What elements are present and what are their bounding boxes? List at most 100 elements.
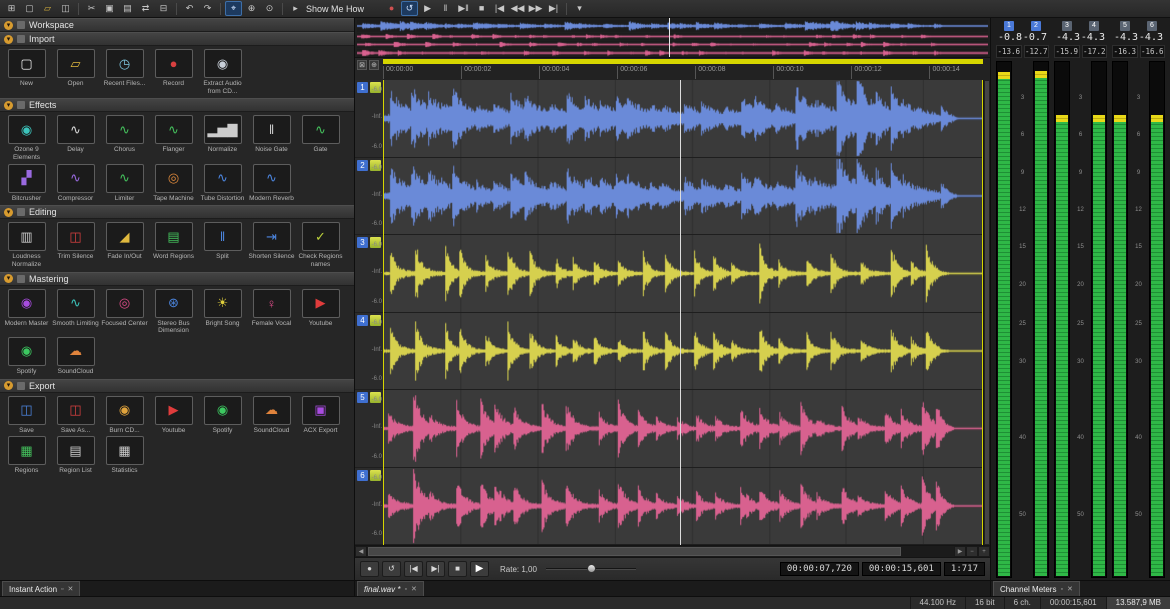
tab-instant-action[interactable]: Instant Action ▫ ✕	[2, 581, 80, 596]
meter-channel-badge-4[interactable]: 4	[1089, 21, 1099, 31]
go-to-end-icon[interactable]: ▶|	[545, 1, 562, 16]
transport-go-end-button[interactable]: ▶|	[426, 561, 445, 577]
paste-icon[interactable]: ▤	[119, 1, 136, 16]
action-noise-gate[interactable]: ‖Noise Gate	[247, 115, 296, 154]
channel-number-badge[interactable]: 1	[357, 82, 368, 93]
tab-channel-meters[interactable]: Channel Meters ▫ ✕	[993, 581, 1080, 596]
section-header-export[interactable]: ▾Export	[0, 379, 354, 393]
waveform-canvas-ch4[interactable]	[383, 313, 983, 390]
float-icon[interactable]: ▫	[404, 586, 406, 593]
close-icon[interactable]: ✕	[68, 585, 74, 593]
action-normalize[interactable]: ▂▅▇Normalize	[198, 115, 247, 154]
scrollbar-thumb[interactable]	[368, 547, 901, 556]
action-youtube[interactable]: ▶Youtube	[296, 289, 345, 328]
action-delay[interactable]: ∿Delay	[51, 115, 100, 154]
rate-slider-handle[interactable]	[587, 564, 596, 573]
transport-loop-button[interactable]: ↺	[382, 561, 401, 577]
float-icon[interactable]: ▫	[1060, 586, 1062, 593]
action-split[interactable]: ‖Split	[198, 222, 247, 261]
stop-icon[interactable]: ■	[473, 1, 490, 16]
waveform-canvas-ch6[interactable]	[383, 468, 983, 545]
action-chorus[interactable]: ∿Chorus	[100, 115, 149, 154]
meter-channel-badge-1[interactable]: 1	[1004, 21, 1014, 31]
action-soundcloud-export[interactable]: ☁SoundCloud	[247, 396, 296, 435]
show-me-how-label[interactable]: Show Me How	[306, 4, 364, 14]
overview-waveform-row[interactable]	[357, 41, 988, 48]
open-file-icon[interactable]: ▱	[39, 1, 56, 16]
horizontal-scrollbar[interactable]: ◀ ▶ − +	[355, 545, 990, 557]
action-check-regions-names[interactable]: ✓Check Regions names	[296, 222, 345, 268]
action-stereo-bus-dimension[interactable]: ⊛Stereo Bus Dimension	[149, 289, 198, 335]
scroll-left-icon[interactable]: ◀	[355, 546, 367, 557]
go-to-start-icon[interactable]: |◀	[491, 1, 508, 16]
section-header-effects[interactable]: ▾Effects	[0, 98, 354, 112]
zoom-selection-icon[interactable]: ⊙	[261, 1, 278, 16]
action-spotify[interactable]: ◉Spotify	[2, 337, 51, 376]
meter-channel-badge-2[interactable]: 2	[1031, 21, 1041, 31]
action-recent-files[interactable]: ◷Recent Files...	[100, 49, 149, 88]
action-trim-silence[interactable]: ◫Trim Silence	[51, 222, 100, 261]
action-region-list[interactable]: ▤Region List	[51, 436, 100, 475]
action-flanger[interactable]: ∿Flanger	[149, 115, 198, 154]
loop-region-bar[interactable]	[383, 59, 983, 64]
zoom-out-icon[interactable]: −	[966, 546, 978, 557]
save-icon[interactable]: ◫	[57, 1, 74, 16]
meter-channel-badge-5[interactable]: 5	[1120, 21, 1130, 31]
section-header-mastering[interactable]: ▾Mastering	[0, 272, 354, 286]
action-fade-in-out[interactable]: ◢Fade In/Out	[100, 222, 149, 261]
section-header-import[interactable]: ▾Import	[0, 32, 354, 46]
collapse-chevron-icon[interactable]: ▾	[4, 274, 13, 283]
action-spotify-export[interactable]: ◉Spotify	[198, 396, 247, 435]
action-focused-center[interactable]: ◎Focused Center	[100, 289, 149, 328]
action-bright-song[interactable]: ☀Bright Song	[198, 289, 247, 328]
transport-go-start-button[interactable]: |◀	[404, 561, 423, 577]
magnify-icon[interactable]: ⊕	[243, 1, 260, 16]
action-extract-audio-cd[interactable]: ◉Extract Audio from CD...	[198, 49, 247, 95]
channel-number-badge[interactable]: 5	[357, 392, 368, 403]
show-me-how-icon[interactable]: ▸	[287, 1, 304, 16]
action-compressor[interactable]: ∿Compressor	[51, 164, 100, 203]
zoom-in-icon[interactable]: +	[978, 546, 990, 557]
action-smooth-limiting[interactable]: ∿Smooth Limiting	[51, 289, 100, 328]
action-modern-reverb[interactable]: ∿Modern Reverb	[247, 164, 296, 203]
action-open[interactable]: ▱Open	[51, 49, 100, 88]
collapse-chevron-icon[interactable]: ▾	[4, 21, 13, 30]
action-youtube-export[interactable]: ▶Youtube	[149, 396, 198, 435]
channel-number-badge[interactable]: 4	[357, 315, 368, 326]
edit-tool-icon[interactable]: ⌖	[225, 1, 242, 16]
undo-icon[interactable]: ↶	[181, 1, 198, 16]
close-icon[interactable]: ✕	[411, 585, 417, 593]
snap-icon[interactable]: ⊕	[369, 60, 379, 70]
trim-icon[interactable]: ⊟	[155, 1, 172, 16]
mix-icon[interactable]: ⇄	[137, 1, 154, 16]
waveform-canvas-ch5[interactable]	[383, 390, 983, 467]
action-modern-master[interactable]: ◉Modern Master	[2, 289, 51, 328]
window-layout-icon[interactable]: ⊞	[3, 1, 20, 16]
action-bitcrusher[interactable]: ▞Bitcrusher	[2, 164, 51, 203]
vertical-scrollbar[interactable]	[983, 80, 990, 545]
action-save[interactable]: ◫Save	[2, 396, 51, 435]
channel-number-badge[interactable]: 2	[357, 160, 368, 171]
action-acx-export[interactable]: ▣ACX Export	[296, 396, 345, 435]
collapse-chevron-icon[interactable]: ▾	[4, 101, 13, 110]
action-gate[interactable]: ∿Gate	[296, 115, 345, 154]
float-icon[interactable]: ▫	[61, 586, 63, 593]
close-icon[interactable]: ✕	[1067, 585, 1073, 593]
overview-waveform-row[interactable]	[357, 49, 988, 56]
channel-number-badge[interactable]: 3	[357, 237, 368, 248]
forward-icon[interactable]: ▶▶	[527, 1, 544, 16]
pause-icon[interactable]: ‖	[437, 1, 454, 16]
overview-waveform-row[interactable]	[357, 33, 988, 40]
lock-icon[interactable]: ⊠	[357, 60, 367, 70]
copy-icon[interactable]: ▣	[101, 1, 118, 16]
collapse-chevron-icon[interactable]: ▾	[4, 35, 13, 44]
meter-channel-badge-3[interactable]: 3	[1062, 21, 1072, 31]
action-word-regions[interactable]: ▤Word Regions	[149, 222, 198, 261]
scroll-right-icon[interactable]: ▶	[954, 546, 966, 557]
action-regions[interactable]: ▦Regions	[2, 436, 51, 475]
record-icon[interactable]: ●	[383, 1, 400, 16]
play-icon[interactable]: ▶	[419, 1, 436, 16]
collapse-chevron-icon[interactable]: ▾	[4, 208, 13, 217]
waveform-canvas-ch3[interactable]	[383, 235, 983, 312]
scrollbar-track[interactable]	[367, 546, 954, 557]
